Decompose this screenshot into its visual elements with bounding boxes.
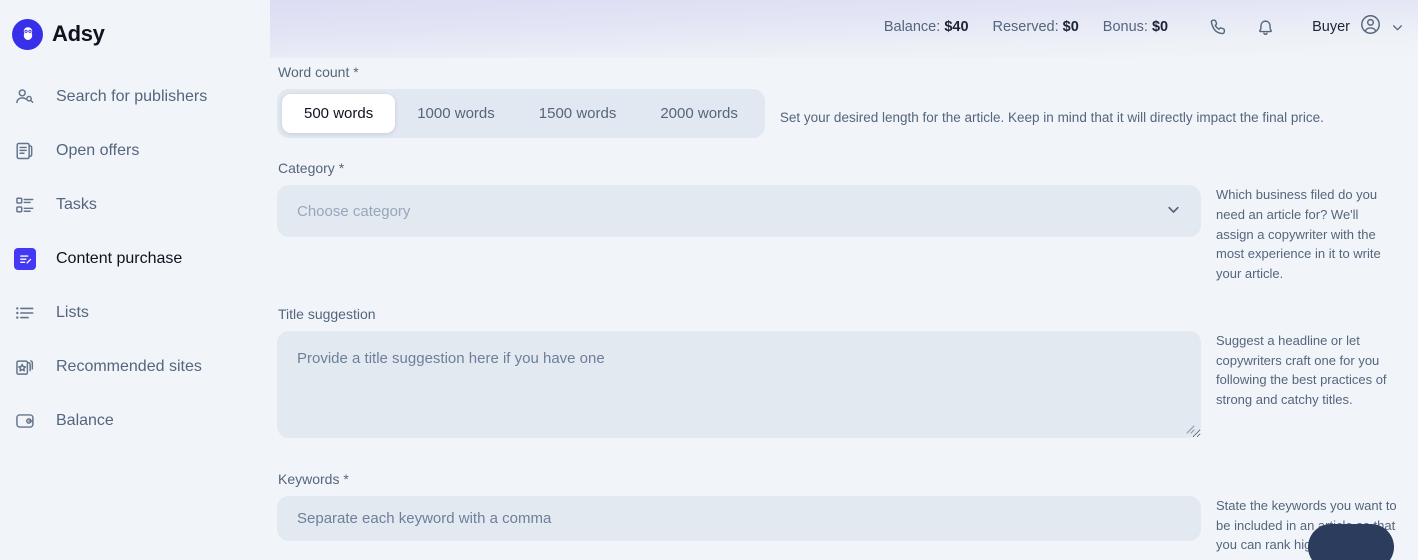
sidebar-item-search-for-publishers[interactable]: Search for publishers bbox=[0, 70, 270, 124]
sidebar-item-tasks[interactable]: Tasks bbox=[0, 178, 270, 232]
word-count-segmented-control: 500 words 1000 words 1500 words 2000 wor… bbox=[277, 89, 765, 138]
topbar-icons bbox=[1208, 17, 1276, 38]
document-pages-icon bbox=[13, 139, 37, 163]
user-circle-icon bbox=[1359, 13, 1382, 41]
sidebar-item-label: Recommended sites bbox=[56, 358, 202, 375]
sidebar-item-lists[interactable]: Lists bbox=[0, 286, 270, 340]
sidebar-nav: Search for publishers Open offers Tasks … bbox=[0, 70, 270, 448]
word-count-label: Word count * bbox=[278, 64, 359, 80]
reserved-label: Reserved: bbox=[992, 19, 1059, 35]
category-field: Category * Choose category Which busines… bbox=[277, 160, 1418, 284]
owl-logo-icon bbox=[12, 18, 43, 50]
edit-document-icon bbox=[13, 247, 37, 271]
balance-value: $40 bbox=[944, 19, 969, 35]
phone-icon[interactable] bbox=[1208, 17, 1229, 38]
sidebar: Adsy Search for publishers Open offers T… bbox=[0, 0, 270, 560]
wallet-icon bbox=[13, 409, 37, 433]
word-count-option-1500[interactable]: 1500 words bbox=[517, 94, 639, 133]
word-count-help-text: Set your desired length for the article.… bbox=[779, 110, 1324, 125]
keywords-input[interactable] bbox=[277, 495, 1201, 541]
content-purchase-form: Word count * 500 words 1000 words 1500 w… bbox=[270, 54, 1418, 555]
title-suggestion-field: Title suggestion Suggest a headline or l… bbox=[277, 306, 1418, 438]
users-search-icon bbox=[13, 85, 37, 109]
reserved-value: $0 bbox=[1062, 19, 1079, 35]
bonus-item: Bonus: $0 bbox=[1103, 19, 1168, 35]
sidebar-item-label: Open offers bbox=[56, 142, 140, 159]
star-pages-icon bbox=[13, 355, 37, 379]
sidebar-item-balance[interactable]: Balance bbox=[0, 394, 270, 448]
category-label: Category * bbox=[278, 160, 345, 176]
title-suggestion-textarea[interactable] bbox=[277, 330, 1201, 438]
keywords-label: Keywords * bbox=[278, 470, 349, 487]
category-help-text: Which business filed do you need an arti… bbox=[1216, 187, 1381, 281]
sidebar-item-open-offers[interactable]: Open offers bbox=[0, 124, 270, 178]
chevron-down-icon bbox=[1391, 21, 1404, 34]
sidebar-item-label: Tasks bbox=[56, 196, 97, 213]
sidebar-item-label: Content purchase bbox=[56, 250, 183, 267]
balance-item: Balance: $40 bbox=[884, 19, 969, 35]
title-suggestion-help-text: Suggest a headline or let copywriters cr… bbox=[1216, 332, 1387, 407]
profile-menu[interactable]: Buyer bbox=[1312, 13, 1404, 41]
title-suggestion-label: Title suggestion bbox=[278, 305, 376, 322]
bonus-value: $0 bbox=[1151, 19, 1169, 35]
bonus-label: Bonus: bbox=[1102, 19, 1148, 35]
brand-logo[interactable]: Adsy bbox=[0, 0, 270, 54]
sidebar-item-label: Search for publishers bbox=[56, 88, 208, 105]
sidebar-item-label: Balance bbox=[56, 412, 114, 429]
support-chat-bubble[interactable] bbox=[1308, 524, 1394, 560]
chevron-down-icon bbox=[1166, 202, 1181, 221]
topbar: Balance: $40 Reserved: $0 Bonus: $0 Buye… bbox=[270, 0, 1418, 54]
reserved-item: Reserved: $0 bbox=[993, 19, 1079, 35]
category-placeholder: Choose category bbox=[297, 202, 411, 220]
category-select[interactable]: Choose category bbox=[277, 185, 1201, 237]
sidebar-item-recommended-sites[interactable]: Recommended sites bbox=[0, 340, 270, 394]
word-count-option-2000[interactable]: 2000 words bbox=[638, 94, 760, 133]
word-count-option-1000[interactable]: 1000 words bbox=[395, 94, 517, 133]
app-root: Adsy Search for publishers Open offers T… bbox=[0, 0, 1418, 560]
balance-label: Balance: bbox=[883, 19, 941, 35]
balance-summary: Balance: $40 Reserved: $0 Bonus: $0 bbox=[884, 19, 1168, 35]
keywords-field: Keywords * State the keywords you want t… bbox=[277, 471, 1418, 555]
bullet-list-icon bbox=[13, 301, 37, 325]
word-count-field: Word count * 500 words 1000 words 1500 w… bbox=[277, 64, 1418, 138]
sidebar-item-content-purchase[interactable]: Content purchase bbox=[0, 232, 270, 286]
bell-icon[interactable] bbox=[1255, 17, 1276, 38]
main-content: Balance: $40 Reserved: $0 Bonus: $0 Buye… bbox=[270, 0, 1418, 560]
brand-name: Adsy bbox=[52, 21, 105, 46]
word-count-option-500[interactable]: 500 words bbox=[282, 94, 396, 133]
profile-name: Buyer bbox=[1312, 19, 1350, 35]
checklist-icon bbox=[13, 193, 37, 217]
sidebar-item-label: Lists bbox=[56, 304, 89, 321]
